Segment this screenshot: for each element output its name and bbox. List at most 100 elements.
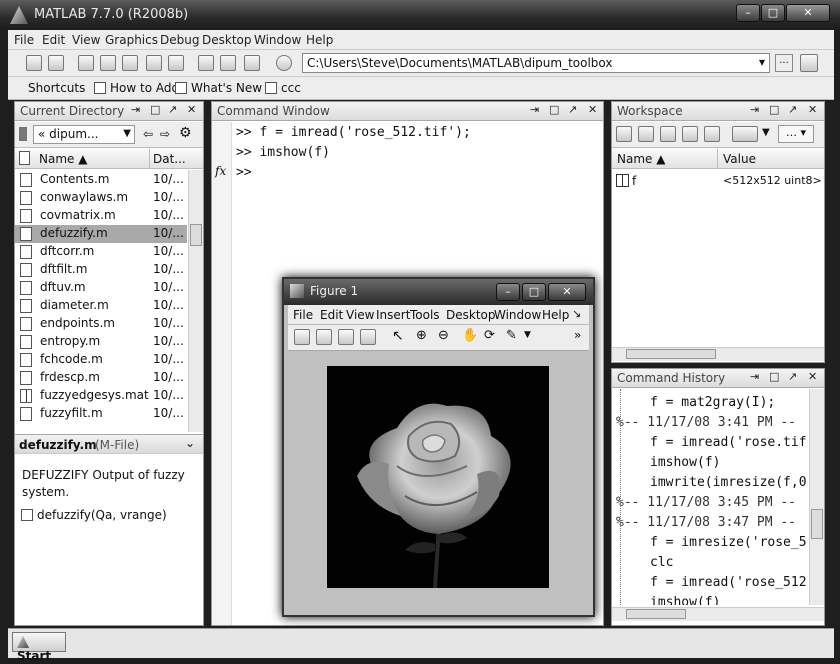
gear-icon[interactable]: ⚙	[179, 125, 192, 141]
file-row[interactable]: dftuv.m 10/...	[15, 279, 187, 297]
figure-menu-insert[interactable]: Insert	[376, 308, 410, 322]
more-tools-icon[interactable]: »	[574, 328, 581, 342]
file-row[interactable]: Contents.m 10/...	[15, 171, 187, 189]
redo-icon[interactable]	[168, 55, 184, 71]
figure-window[interactable]: Figure 1 – □ ✕ ↘ File Edit View Insert Tools…	[282, 277, 595, 617]
file-row[interactable]: defuzzify.m 10/...	[15, 225, 187, 243]
figure-minimize-button[interactable]: –	[496, 283, 520, 301]
file-row[interactable]: diameter.m 10/...	[15, 297, 187, 315]
chevron-down-icon[interactable]: ⌄	[185, 436, 195, 450]
chevron-down-icon[interactable]: ▼	[524, 330, 531, 340]
close-panel-icon[interactable]: ✕	[187, 103, 196, 116]
history-command[interactable]: f = imread('rose.tif	[650, 435, 807, 450]
file-row[interactable]: fuzzyfilt.m 10/...	[15, 405, 187, 423]
help-icon[interactable]	[276, 55, 292, 71]
close-panel-icon[interactable]: ✕	[588, 103, 597, 116]
menu-window[interactable]: Window	[254, 33, 301, 47]
shortcut-ccc[interactable]: ccc	[265, 81, 301, 95]
save-figure-icon[interactable]	[338, 329, 354, 345]
browse-folder-button[interactable]: ...	[775, 54, 793, 72]
detail-signature[interactable]: defuzzify(Qa, vrange)	[21, 508, 167, 522]
popout-icon[interactable]: ↗	[788, 103, 797, 116]
file-row[interactable]: dftcorr.m 10/...	[15, 243, 187, 261]
file-row[interactable]: dftfilt.m 10/...	[15, 261, 187, 279]
delete-variable-icon[interactable]	[704, 126, 720, 142]
maximize-button[interactable]: □	[761, 4, 785, 22]
close-panel-icon[interactable]: ✕	[808, 370, 817, 383]
close-panel-icon[interactable]: ✕	[808, 103, 817, 116]
menu-graphics[interactable]: Graphics	[105, 33, 158, 47]
history-session-marker[interactable]: %-- 11/17/08 3:41 PM --	[616, 415, 796, 430]
file-list-scrollbar[interactable]	[188, 170, 203, 432]
profiler-icon[interactable]	[244, 55, 260, 71]
shortcut-how-to-add[interactable]: How to Add	[94, 81, 179, 95]
file-row[interactable]: endpoints.m 10/...	[15, 315, 187, 333]
menu-file[interactable]: File	[14, 33, 34, 47]
rotate-3d-icon[interactable]: ⟳	[484, 328, 495, 343]
scroll-thumb[interactable]	[626, 609, 686, 619]
undock-icon[interactable]: ⇥	[131, 103, 140, 116]
menu-debug[interactable]: Debug	[160, 33, 199, 47]
maximize-panel-icon[interactable]: □	[769, 370, 779, 383]
paste-icon[interactable]	[122, 55, 138, 71]
shortcut-whats-new[interactable]: What's New	[175, 81, 262, 95]
menu-desktop[interactable]: Desktop	[202, 33, 252, 47]
cut-icon[interactable]	[78, 55, 94, 71]
figure-menu-desktop[interactable]: Desktop	[446, 308, 496, 322]
scroll-thumb[interactable]	[811, 509, 823, 539]
more-options-button[interactable]: … ▾	[778, 125, 814, 143]
chevron-down-icon[interactable]: ▼	[762, 127, 770, 138]
up-folder-icon[interactable]	[800, 54, 818, 72]
data-cursor-icon[interactable]: ✎	[506, 328, 517, 343]
open-file-icon[interactable]	[48, 55, 64, 71]
history-command[interactable]: imshow(f)	[650, 595, 720, 605]
import-data-icon[interactable]	[660, 126, 676, 142]
zoom-in-icon[interactable]: ⊕	[416, 328, 427, 343]
file-detail-header[interactable]: defuzzify.m (M-File) ⌄	[15, 434, 203, 454]
new-file-icon[interactable]	[26, 55, 42, 71]
zoom-out-icon[interactable]: ⊖	[438, 328, 449, 343]
file-row[interactable]: entropy.m 10/...	[15, 333, 187, 351]
save-workspace-icon[interactable]	[682, 126, 698, 142]
figure-close-button[interactable]: ✕	[548, 283, 586, 301]
file-row[interactable]: fuzzyedgesys.mat 10/...	[15, 387, 187, 405]
workspace-hscrollbar[interactable]	[612, 347, 824, 361]
maximize-panel-icon[interactable]: □	[150, 103, 160, 116]
undo-icon[interactable]	[146, 55, 162, 71]
simulink-icon[interactable]	[198, 55, 214, 71]
menu-view[interactable]: View	[72, 33, 100, 47]
history-hscrollbar[interactable]	[612, 607, 824, 621]
open-file-icon[interactable]	[316, 329, 332, 345]
pointer-icon[interactable]: ↖	[392, 328, 404, 344]
column-name-header[interactable]: Name ▲	[39, 152, 87, 166]
plot-selector-icon[interactable]	[732, 126, 758, 142]
figure-title-bar[interactable]: Figure 1 – □ ✕	[284, 279, 593, 305]
history-command[interactable]: f = imresize('rose_5	[650, 535, 807, 550]
figure-menu-help[interactable]: Help	[542, 308, 569, 322]
undock-icon[interactable]: ⇥	[530, 103, 539, 116]
file-row[interactable]: conwaylaws.m 10/...	[15, 189, 187, 207]
scroll-thumb[interactable]	[626, 349, 716, 359]
column-date-header[interactable]: Dat...	[153, 152, 186, 166]
menu-edit[interactable]: Edit	[42, 33, 65, 47]
command-prompt[interactable]: >>	[236, 165, 252, 180]
dock-arrow-icon[interactable]: ↘	[572, 307, 581, 320]
column-value-header[interactable]: Value	[723, 152, 756, 166]
column-name-header[interactable]: Name ▲	[617, 152, 665, 166]
workspace-row[interactable]: f <512x512 uint8>	[612, 173, 824, 191]
start-button[interactable]: Start	[12, 632, 66, 663]
undock-icon[interactable]: ⇥	[750, 370, 759, 383]
fx-icon[interactable]: fx	[215, 164, 226, 178]
current-folder-field[interactable]: C:\Users\Steve\Documents\MATLAB\dipum_to…	[302, 53, 770, 73]
file-row[interactable]: frdescp.m 10/...	[15, 369, 187, 387]
history-session-marker[interactable]: %-- 11/17/08 3:45 PM --	[616, 495, 796, 510]
popout-icon[interactable]: ↗	[568, 103, 577, 116]
history-session-marker[interactable]: %-- 11/17/08 3:47 PM --	[616, 515, 796, 530]
guide-icon[interactable]	[220, 55, 236, 71]
figure-menu-file[interactable]: File	[293, 308, 313, 322]
figure-menu-window[interactable]: Window	[494, 308, 541, 322]
history-command[interactable]: imwrite(imresize(f,0	[650, 475, 807, 490]
figure-menu-view[interactable]: View	[346, 308, 374, 322]
open-variable-icon[interactable]	[638, 126, 654, 142]
directory-path-dropdown[interactable]: « dipum... ▼	[33, 125, 135, 144]
